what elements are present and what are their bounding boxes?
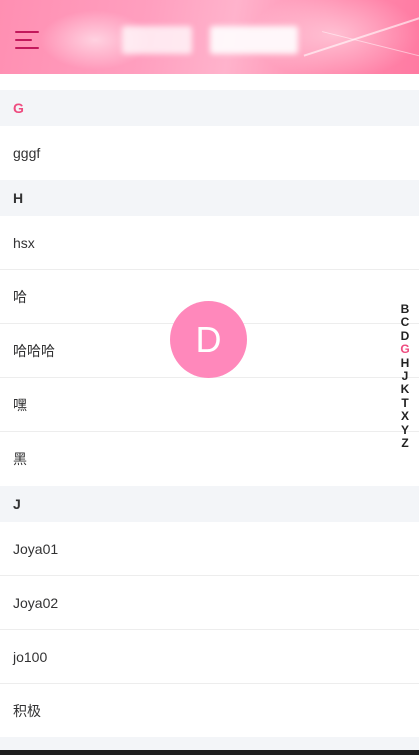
- group-header-g: G: [0, 90, 419, 126]
- hamburger-menu-icon[interactable]: [15, 31, 41, 51]
- top-header: [0, 0, 419, 74]
- index-letter-h[interactable]: H: [399, 356, 411, 370]
- index-letter-j[interactable]: J: [399, 369, 411, 383]
- group-header-h: H: [0, 180, 419, 216]
- list-item[interactable]: 积极: [0, 684, 419, 738]
- header-spacer: [0, 74, 419, 90]
- index-indicator-bubble: D: [170, 301, 247, 378]
- list-item[interactable]: 黑: [0, 432, 419, 486]
- index-letter-x[interactable]: X: [399, 409, 411, 423]
- group-header-j: J: [0, 486, 419, 522]
- index-letter-d[interactable]: D: [399, 329, 411, 343]
- alphabet-index-bar[interactable]: B C D G H J K T X Y Z: [399, 302, 411, 450]
- list-item[interactable]: Joya01: [0, 522, 419, 576]
- list-item[interactable]: 嘿: [0, 378, 419, 432]
- index-letter-b[interactable]: B: [399, 302, 411, 316]
- blurred-title-block: [122, 26, 192, 54]
- index-letter-t[interactable]: T: [399, 396, 411, 410]
- list-item[interactable]: Joya02: [0, 576, 419, 630]
- blurred-title-block: [210, 26, 298, 54]
- index-letter-y[interactable]: Y: [399, 423, 411, 437]
- index-letter-g[interactable]: G: [399, 342, 411, 356]
- app-screen: G gggf H hsx 哈 哈哈哈 嘿 黑 J Joya01 Joya02 j…: [0, 0, 419, 755]
- list-item[interactable]: jo100: [0, 630, 419, 684]
- index-letter-c[interactable]: C: [399, 315, 411, 329]
- bottom-edge-bar: [0, 750, 419, 755]
- index-letter-k[interactable]: K: [399, 383, 411, 397]
- contact-list: G gggf H hsx 哈 哈哈哈 嘿 黑 J Joya01 Joya02 j…: [0, 90, 419, 738]
- index-letter-z[interactable]: Z: [399, 436, 411, 450]
- list-item[interactable]: hsx: [0, 216, 419, 270]
- list-item[interactable]: gggf: [0, 126, 419, 180]
